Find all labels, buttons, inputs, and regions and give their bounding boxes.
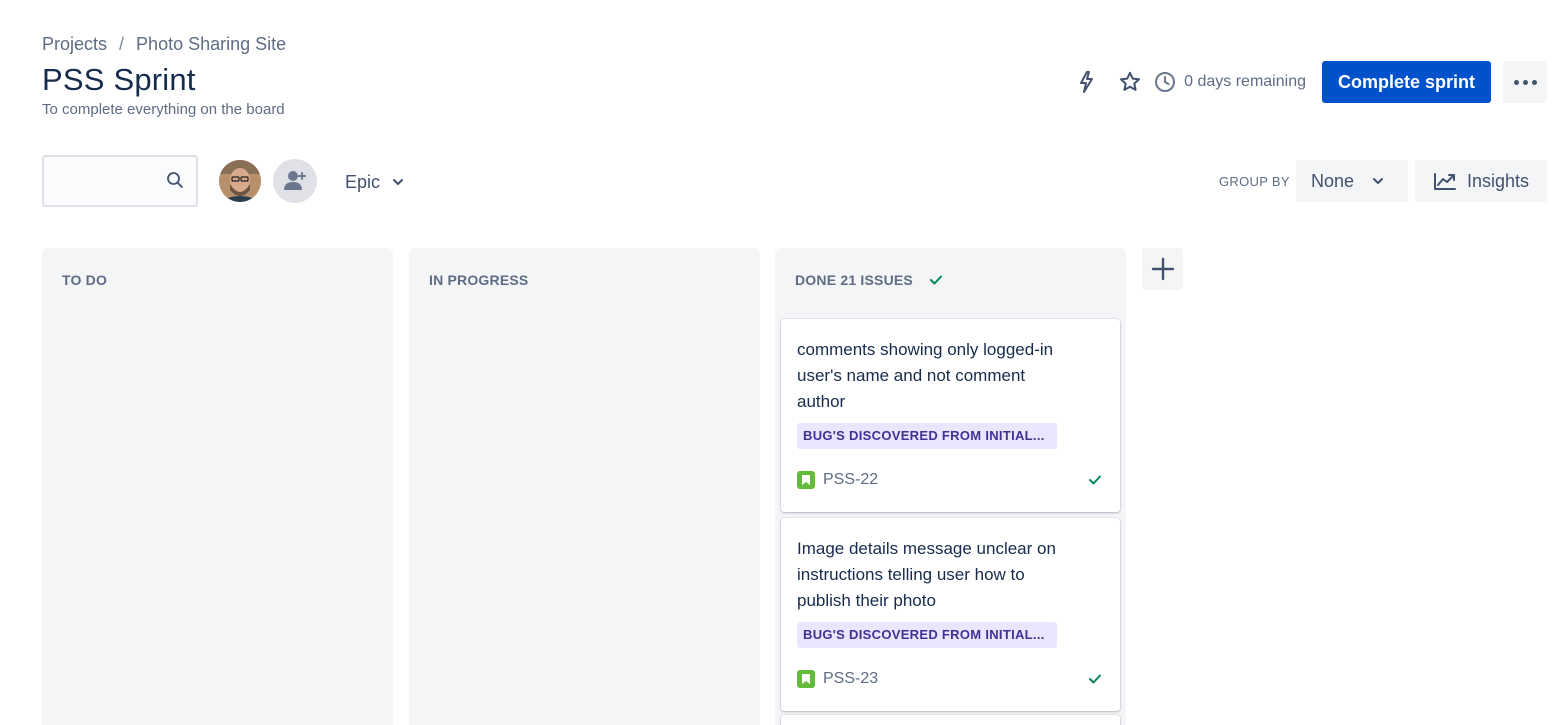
star-icon <box>1120 71 1141 91</box>
page-title: PSS Sprint <box>42 62 196 97</box>
issue-card[interactable]: comments showing only logged-in user's n… <box>781 319 1120 512</box>
checkmark-icon <box>929 275 942 285</box>
story-icon <box>797 471 815 489</box>
chevron-down-icon <box>1373 178 1384 184</box>
search-icon <box>167 172 183 188</box>
issue-card-partial[interactable] <box>781 715 1120 725</box>
group-by-label: GROUP BY <box>1219 174 1290 189</box>
add-column-button[interactable] <box>1142 248 1183 290</box>
trend-up-icon <box>1434 173 1456 190</box>
complete-sprint-button[interactable]: Complete sprint <box>1321 61 1491 103</box>
group-by-value: None <box>1311 170 1355 191</box>
issue-key[interactable]: PSS-22 <box>823 471 878 489</box>
user-photo-icon <box>219 160 261 202</box>
card-footer: PSS-23 <box>797 669 1102 689</box>
epic-lozenge: BUG'S DISCOVERED FROM INITIAL... <box>797 622 1057 648</box>
done-checkmark-icon <box>1089 674 1101 684</box>
search-input[interactable] <box>52 165 164 197</box>
group-by-dropdown[interactable]: None <box>1296 160 1408 202</box>
column-issue-count: 21 ISSUES <box>840 272 913 288</box>
more-actions-button[interactable] <box>1503 61 1547 103</box>
issue-key[interactable]: PSS-23 <box>823 670 878 688</box>
sprint-goal: To complete everything on the board <box>42 101 285 118</box>
column-header: DONE 21 ISSUES <box>795 272 943 288</box>
add-people-button[interactable] <box>273 159 317 203</box>
chevron-down-icon <box>393 179 404 185</box>
card-footer: PSS-22 <box>797 470 1102 490</box>
card-summary: Image details message unclear on instruc… <box>797 539 1056 610</box>
breadcrumb-separator: / <box>119 34 125 54</box>
plus-icon <box>1151 257 1174 281</box>
epic-filter-label: Epic <box>345 171 381 192</box>
lightning-icon <box>1080 71 1094 93</box>
column-title: DONE <box>795 272 837 288</box>
epic-filter-dropdown[interactable]: Epic <box>335 164 414 200</box>
column-todo: TO DO <box>42 248 393 725</box>
search-box <box>42 155 198 207</box>
sprint-board-page: Projects / Photo Sharing Site PSS Sprint… <box>0 0 1561 725</box>
card-summary: comments showing only logged-in user's n… <box>797 340 1054 411</box>
story-icon <box>797 670 815 688</box>
done-checkmark-icon <box>1089 475 1101 485</box>
insights-button[interactable]: Insights <box>1415 160 1547 202</box>
column-title: IN PROGRESS <box>429 272 529 288</box>
avatar[interactable] <box>219 160 261 202</box>
column-header: IN PROGRESS <box>429 272 528 288</box>
column-header: TO DO <box>62 272 107 288</box>
column-title: TO DO <box>62 272 108 288</box>
sprint-timer: 0 days remaining <box>1154 71 1306 93</box>
clock-icon <box>1155 72 1176 92</box>
automation-button[interactable] <box>1068 64 1104 100</box>
time-remaining: 0 days remaining <box>1184 73 1306 90</box>
insights-label: Insights <box>1467 170 1530 191</box>
column-done: DONE 21 ISSUES comments showing only log… <box>775 248 1126 725</box>
more-horizontal-icon <box>1513 79 1519 85</box>
breadcrumb-projects-link[interactable]: Projects <box>42 34 107 55</box>
star-button[interactable] <box>1112 64 1148 100</box>
breadcrumb: Projects / Photo Sharing Site <box>42 34 286 55</box>
column-in-progress: IN PROGRESS <box>409 248 760 725</box>
issue-card[interactable]: Image details message unclear on instruc… <box>781 518 1120 711</box>
epic-lozenge: BUG'S DISCOVERED FROM INITIAL... <box>797 423 1057 449</box>
add-user-icon <box>284 171 306 190</box>
breadcrumb-project-link[interactable]: Photo Sharing Site <box>136 34 286 55</box>
header-actions: 0 days remaining Complete sprint <box>1068 61 1547 103</box>
